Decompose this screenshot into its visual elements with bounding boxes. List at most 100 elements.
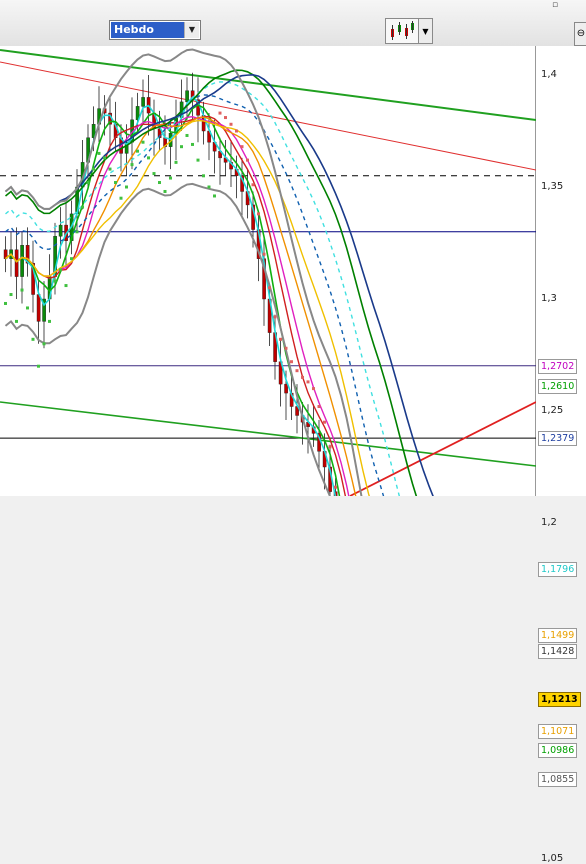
- sar-dot: [97, 151, 101, 155]
- sar-dot: [92, 167, 95, 171]
- sar-dot: [196, 158, 200, 162]
- sar-dot: [306, 380, 310, 384]
- sar-dot: [235, 129, 238, 133]
- price-tag: 1,1428: [538, 644, 578, 660]
- sar-dot: [31, 337, 35, 341]
- sar-dot: [114, 181, 117, 185]
- sar-dot: [152, 172, 156, 176]
- sar-dot: [158, 181, 161, 185]
- sar-dot: [334, 485, 337, 489]
- chart-type-button[interactable]: [385, 18, 419, 44]
- sar-dot: [9, 293, 13, 297]
- candle-body: [14, 249, 19, 277]
- price-tag: 1,1213: [538, 692, 581, 708]
- sar-dot: [81, 205, 84, 209]
- sar-dot: [59, 268, 62, 272]
- sar-dot: [246, 158, 249, 162]
- candle-body: [36, 294, 41, 322]
- bollinger-lower: [4, 182, 331, 496]
- candle-body: [284, 383, 288, 394]
- sar-dot: [136, 149, 139, 153]
- moving-average-orange: [5, 116, 357, 496]
- moving-average-magenta: [5, 115, 350, 496]
- sar-dot: [185, 133, 189, 137]
- sar-dot: [323, 420, 326, 424]
- sar-dot: [301, 375, 304, 379]
- sar-dot: [218, 111, 222, 115]
- y-tick-label: 1,05: [541, 853, 564, 864]
- sar-dot: [147, 156, 150, 160]
- period-select[interactable]: Hebdo ▼: [109, 20, 201, 40]
- candle-body: [185, 90, 189, 103]
- sar-dot: [163, 189, 167, 193]
- sar-dot: [108, 167, 112, 171]
- price-tag: 1,1796: [538, 561, 578, 577]
- sar-dot: [75, 230, 79, 234]
- sar-dot: [240, 145, 244, 149]
- sar-dot: [103, 156, 106, 160]
- price-axis: 1,4 1,35 1,3 1,25 1,2 1,05 1,2702 1,2610 1,2379 1…: [536, 46, 586, 864]
- moving-average-green: [4, 104, 341, 496]
- y-tick-label: 1,4: [541, 69, 557, 80]
- side-panel-toggle[interactable]: ⊖: [574, 22, 586, 46]
- sar-dot: [295, 369, 299, 373]
- sar-dot: [268, 286, 271, 290]
- price-tag: 1,0986: [538, 743, 578, 759]
- trend-line-lower: [0, 401, 536, 467]
- sar-dot: [273, 315, 277, 319]
- window-menu-icon[interactable]: ▫: [548, 0, 562, 10]
- y-tick-label: 1,25: [541, 405, 564, 416]
- price-chart[interactable]: [0, 46, 536, 496]
- sar-dot: [15, 319, 18, 323]
- candlestick-chart-icon: [391, 21, 414, 40]
- period-value: Hebdo: [111, 22, 185, 38]
- candle-body: [141, 97, 145, 107]
- sar-dot: [130, 163, 134, 167]
- bollinger-upper: [4, 48, 363, 496]
- sar-dot: [284, 346, 288, 350]
- sar-dot: [42, 342, 46, 346]
- sar-dot: [191, 142, 194, 146]
- toolbar: ▫ Hebdo ▼ ▼ ⊖: [0, 0, 586, 47]
- sar-dot: [224, 116, 227, 120]
- price-tag: 1,2610: [538, 379, 578, 395]
- sar-dot: [26, 306, 29, 310]
- y-tick-label: 1,2: [541, 517, 557, 528]
- trend-line-upper: [0, 49, 536, 121]
- sar-dot: [70, 257, 73, 261]
- moving-average-dashed-cyan: [5, 81, 401, 496]
- sar-dot: [213, 194, 216, 198]
- chart-type-dropdown[interactable]: ▼: [419, 18, 433, 44]
- moving-average-dashed-blue: [5, 94, 385, 496]
- moving-average-red: [5, 115, 347, 496]
- price-tag: 1,2379: [538, 431, 578, 447]
- sar-dot: [202, 174, 205, 178]
- price-tag: 1,0855: [538, 772, 578, 788]
- candle-body: [58, 224, 63, 237]
- sar-dot: [125, 185, 128, 189]
- sar-dot: [328, 445, 332, 449]
- sar-dot: [53, 279, 57, 283]
- sar-dot: [312, 387, 315, 391]
- sar-dot: [64, 284, 68, 288]
- sar-dot: [86, 181, 90, 185]
- chevron-down-icon[interactable]: ▼: [184, 22, 199, 38]
- sar-dot: [257, 212, 260, 216]
- y-tick-label: 1,35: [541, 181, 564, 192]
- chart-canvas: [0, 48, 536, 496]
- price-tag: 1,2702: [538, 358, 578, 374]
- sar-dot: [317, 405, 321, 409]
- candle-body: [20, 245, 24, 277]
- sar-dot: [37, 364, 40, 368]
- sar-dot: [119, 196, 123, 200]
- sar-dot: [279, 337, 282, 341]
- sar-dot: [229, 122, 233, 126]
- sar-dot: [4, 301, 7, 305]
- sar-dot: [262, 252, 266, 256]
- price-tag: 1,1499: [538, 628, 578, 644]
- y-tick-label: 1,3: [541, 293, 557, 304]
- sar-dot: [207, 185, 211, 189]
- sar-dot: [174, 160, 178, 164]
- sar-dot: [180, 145, 183, 149]
- sar-dot: [169, 176, 172, 180]
